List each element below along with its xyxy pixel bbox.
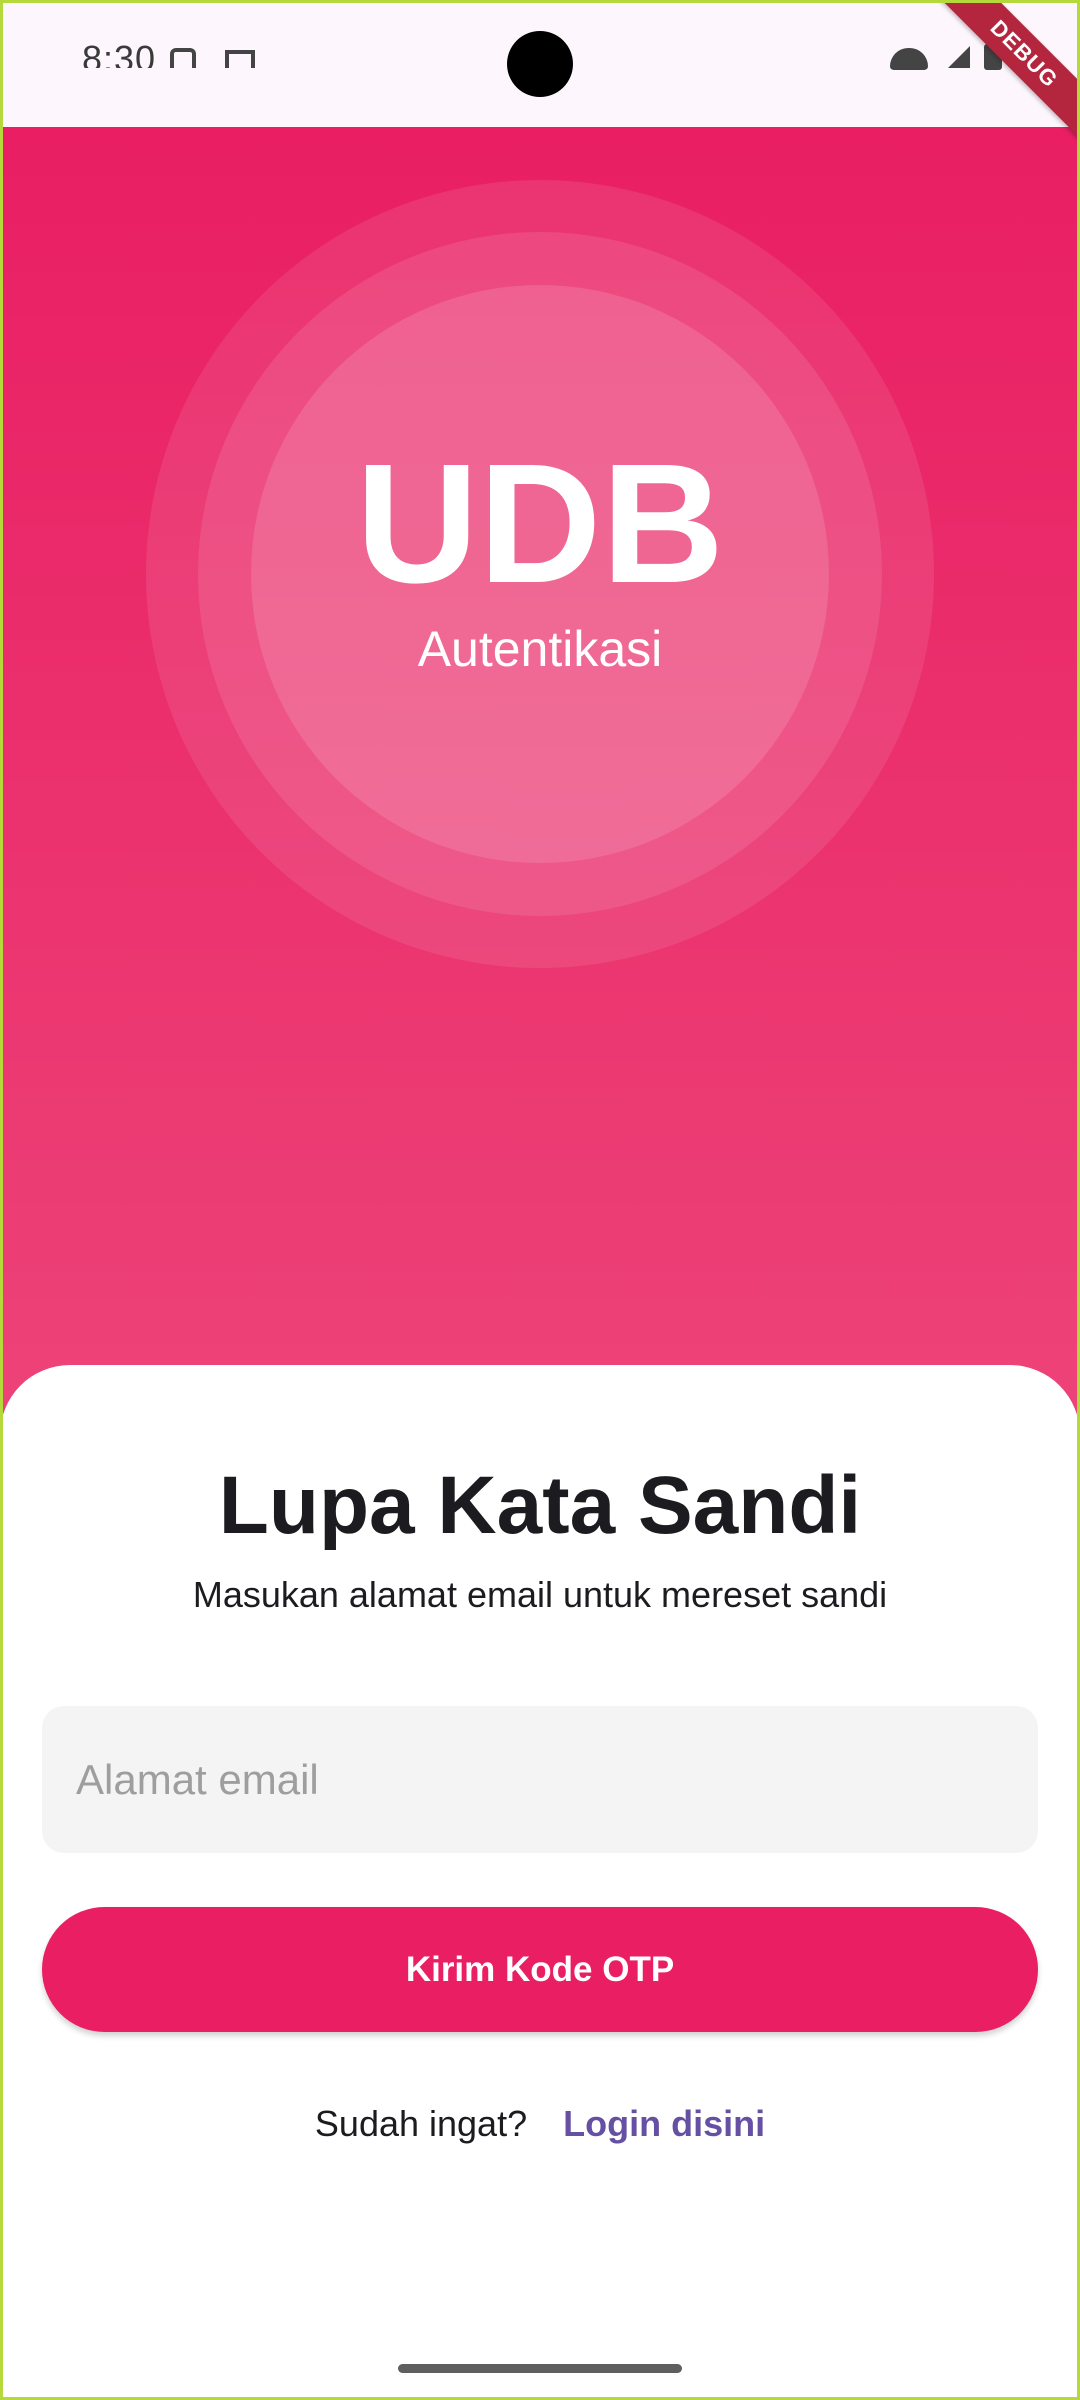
page-subtitle: Masukan alamat email untuk mereset sandi [192, 1574, 888, 1615]
screen-icon [225, 50, 255, 68]
forgot-password-card: Lupa Kata Sandi Masukan alamat email unt… [0, 1365, 1080, 2400]
wifi-icon [890, 48, 928, 70]
app-logo: UDB [355, 429, 725, 619]
app-logo-subtitle: Autentikasi [417, 621, 663, 677]
notification-icon [170, 48, 196, 68]
signal-icon [948, 46, 970, 68]
login-row: Sudah ingat? Login disini [0, 2106, 1080, 2142]
status-time: 8:30 [82, 38, 157, 68]
email-field[interactable] [42, 1706, 1038, 1853]
page-title: Lupa Kata Sandi [218, 1460, 862, 1551]
camera-cutout [507, 31, 573, 97]
hero-header: UDB Autentikasi [0, 127, 1080, 1427]
login-prompt: Sudah ingat? [314, 2103, 528, 2144]
status-bar: 8:30 [0, 0, 1080, 127]
home-indicator[interactable] [398, 2364, 682, 2373]
login-link[interactable]: Login disini [563, 2103, 765, 2144]
send-otp-button[interactable]: Kirim Kode OTP [42, 1907, 1038, 2032]
